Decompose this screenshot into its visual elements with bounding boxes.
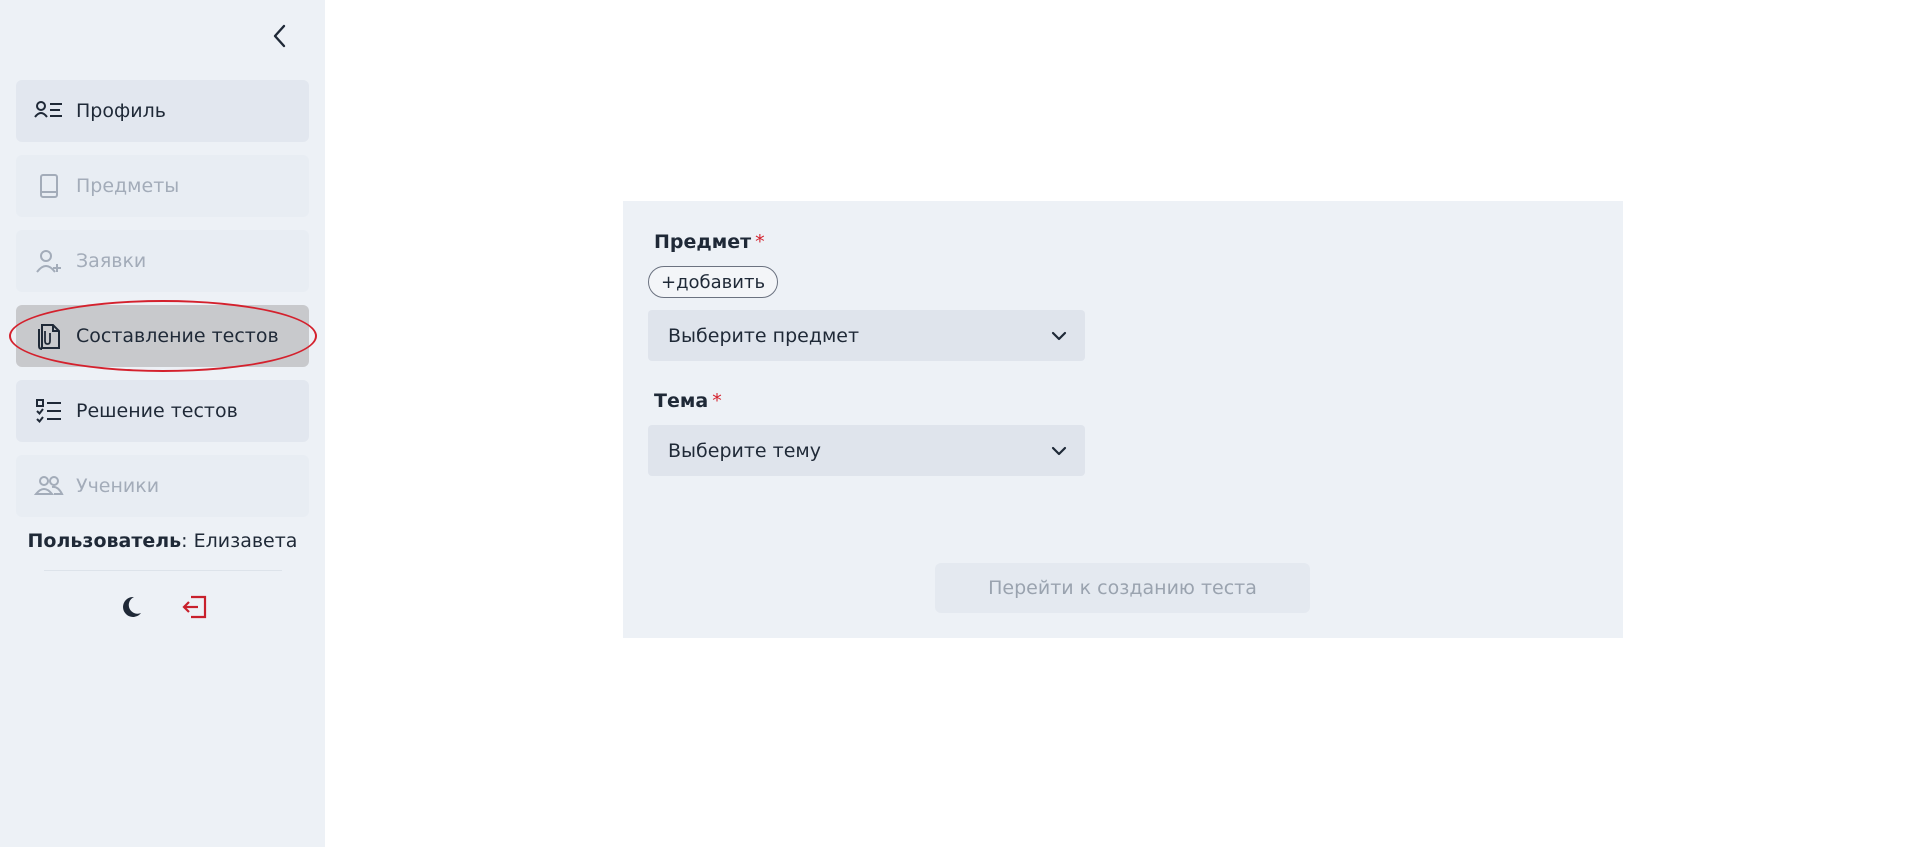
sidebar-item-subjects[interactable]: Предметы <box>16 155 309 217</box>
topic-label-text: Тема <box>654 390 709 412</box>
sidebar-item-test-creation[interactable]: Составление тестов <box>16 305 309 367</box>
checklist-icon <box>34 396 64 426</box>
users-icon <box>34 471 64 501</box>
user-plus-icon <box>34 246 64 276</box>
topic-field-label: Тема * <box>654 390 722 412</box>
theme-toggle-button[interactable] <box>116 592 146 622</box>
topic-select-value: Выберите тему <box>668 439 821 462</box>
profile-list-icon <box>34 96 64 126</box>
sidebar-footer-actions <box>0 592 325 622</box>
user-name: : Елизавета <box>181 530 298 552</box>
subject-label-text: Предмет <box>654 231 752 253</box>
sidebar-item-students[interactable]: Ученики <box>16 455 309 517</box>
chevron-down-icon <box>1051 331 1067 340</box>
logout-button[interactable] <box>180 592 210 622</box>
logout-icon <box>181 595 206 619</box>
sidebar-item-test-solving[interactable]: Решение тестов <box>16 380 309 442</box>
current-user: Пользователь: Елизавета <box>0 530 325 552</box>
chevron-down-icon <box>1051 446 1067 455</box>
add-subject-button[interactable]: +добавить <box>648 266 779 298</box>
sidebar-item-label: Профиль <box>76 100 166 122</box>
subject-select-value: Выберите предмет <box>668 324 860 347</box>
moon-icon <box>122 596 141 617</box>
go-to-test-creation-button[interactable]: Перейти к созданию теста <box>935 563 1310 613</box>
test-setup-form: Предмет * +добавить Выберите предмет Тема… <box>623 201 1623 638</box>
sidebar-item-label: Составление тестов <box>76 325 279 347</box>
sidebar-item-label: Предметы <box>76 175 180 197</box>
sidebar-item-profile[interactable]: Профиль <box>16 80 309 142</box>
chevron-left-icon <box>273 24 286 48</box>
required-mark: * <box>755 231 765 253</box>
subject-field-label: Предмет * <box>654 231 765 253</box>
sidebar-item-label: Ученики <box>76 475 160 497</box>
user-label: Пользователь <box>27 530 182 552</box>
subject-select[interactable]: Выберите предмет <box>648 310 1085 361</box>
collapse-sidebar-button[interactable] <box>266 22 294 50</box>
documents-clip-icon <box>34 321 64 351</box>
required-mark: * <box>712 390 722 412</box>
sidebar-divider <box>44 570 282 571</box>
sidebar-item-requests[interactable]: Заявки <box>16 230 309 292</box>
sidebar: Профиль Предметы Заявки Составление тест… <box>0 0 325 847</box>
book-icon <box>34 171 64 201</box>
sidebar-item-label: Заявки <box>76 250 147 272</box>
sidebar-item-label: Решение тестов <box>76 400 238 422</box>
topic-select[interactable]: Выберите тему <box>648 425 1085 476</box>
